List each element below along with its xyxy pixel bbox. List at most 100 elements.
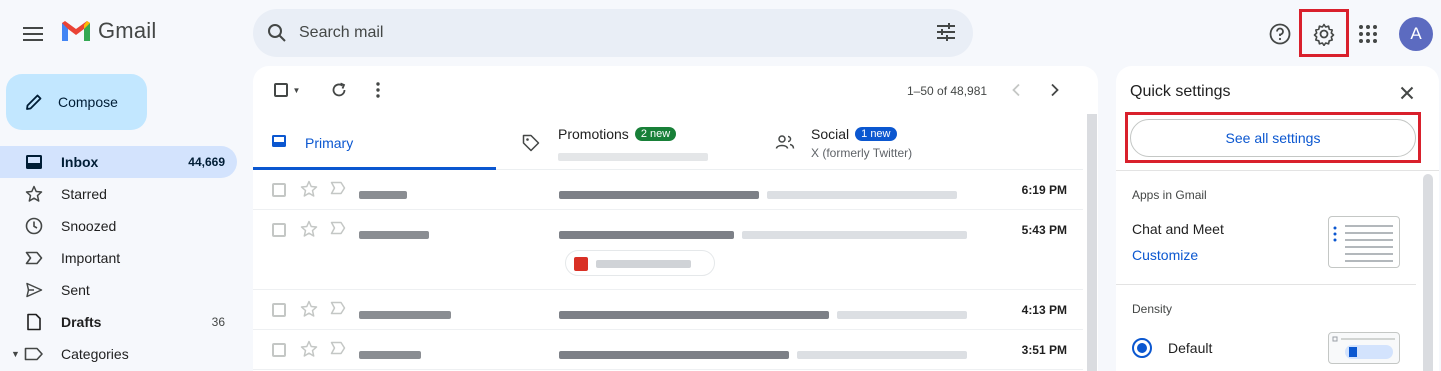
settings-highlight-box [1299, 9, 1349, 57]
star-icon[interactable] [300, 300, 318, 323]
tab-promotions[interactable]: Promotions 2 new [496, 122, 749, 170]
density-default-thumbnail [1328, 332, 1400, 364]
sidebar-item-snoozed[interactable]: Snoozed [0, 210, 237, 242]
help-icon [1269, 23, 1291, 45]
tab-label-text: Social [811, 126, 850, 142]
email-row[interactable]: 6:19 PM [253, 170, 1083, 210]
density-default-radio[interactable] [1132, 338, 1152, 358]
email-subject [559, 306, 967, 324]
tab-sender-preview [558, 150, 708, 164]
chevron-down-icon: ▼ [292, 85, 301, 95]
row-checkbox[interactable] [272, 303, 286, 317]
divider [1116, 284, 1416, 285]
email-subject [559, 186, 957, 204]
pdf-icon [574, 257, 588, 271]
email-time: 5:43 PM [1021, 223, 1067, 237]
email-row[interactable]: 5:43 PM [253, 210, 1083, 290]
draft-count: 36 [211, 315, 225, 329]
email-subject [559, 226, 967, 244]
refresh-icon [332, 82, 346, 97]
important-marker-icon[interactable] [330, 341, 346, 360]
draft-icon [24, 312, 44, 332]
customize-link[interactable]: Customize [1132, 247, 1198, 263]
sidebar-item-label: Drafts [61, 314, 102, 330]
sidebar-item-inbox[interactable]: Inbox 44,669 [0, 146, 237, 178]
important-icon [24, 248, 44, 268]
email-time: 6:19 PM [1021, 183, 1067, 197]
more-options-button[interactable] [364, 76, 392, 104]
search-options-icon[interactable] [935, 21, 957, 48]
sidebar-item-starred[interactable]: Starred [0, 178, 237, 210]
mail-list-scrollbar[interactable] [1087, 114, 1097, 371]
pencil-icon [24, 92, 44, 112]
email-sender [359, 346, 421, 364]
quick-settings-scrollbar[interactable] [1423, 174, 1433, 371]
compose-button[interactable]: Compose [6, 74, 147, 130]
email-sender [359, 226, 429, 244]
tab-primary[interactable]: Primary [253, 122, 496, 170]
newer-page-button[interactable] [1002, 76, 1030, 104]
row-checkbox[interactable] [272, 223, 286, 237]
important-marker-icon[interactable] [330, 181, 346, 200]
sidebar-item-categories[interactable]: ▼ Categories [0, 338, 237, 370]
attachment-chip[interactable] [565, 250, 715, 276]
close-quick-settings-button[interactable] [1396, 82, 1418, 104]
sidebar-item-label: Starred [61, 186, 107, 202]
account-avatar[interactable]: A [1399, 17, 1433, 51]
close-icon [1400, 86, 1414, 100]
expand-caret-icon[interactable]: ▼ [11, 349, 20, 359]
pagination-range: 1–50 of 48,981 [907, 84, 988, 98]
search-input[interactable] [299, 24, 899, 42]
chevron-left-icon [1012, 83, 1020, 97]
search-bar[interactable] [253, 9, 973, 57]
email-sender [359, 186, 407, 204]
tag-icon [522, 134, 540, 157]
unread-count: 44,669 [188, 155, 225, 169]
sidebar-item-drafts[interactable]: Drafts 36 [0, 306, 237, 338]
main-menu-button[interactable] [14, 15, 52, 53]
apps-grid-icon [1359, 25, 1377, 43]
sidebar-nav: Inbox 44,669 Starred Snoozed Important S… [0, 146, 237, 370]
people-icon [775, 134, 795, 155]
mail-list-panel: ▼ 1–50 of 48,981 Primary Promotions 2 new… [253, 66, 1098, 371]
email-time: 4:13 PM [1021, 303, 1067, 317]
sidebar-item-important[interactable]: Important [0, 242, 237, 274]
row-checkbox[interactable] [272, 343, 286, 357]
quick-settings-panel: Quick settings See all settings Apps in … [1116, 66, 1439, 371]
email-time: 3:51 PM [1021, 343, 1067, 357]
sidebar-item-sent[interactable]: Sent [0, 274, 237, 306]
refresh-button[interactable] [325, 76, 353, 104]
apps-layout-thumbnail [1328, 216, 1400, 268]
email-row[interactable]: 3:51 PM [253, 330, 1083, 370]
star-icon[interactable] [300, 220, 318, 243]
clock-icon [24, 216, 44, 236]
gmail-logo[interactable]: Gmail [60, 18, 156, 44]
email-sender [359, 306, 451, 324]
apps-section-title: Apps in Gmail [1132, 188, 1207, 202]
new-count-badge: 1 new [855, 127, 897, 141]
star-icon[interactable] [300, 180, 318, 203]
older-page-button[interactable] [1041, 76, 1069, 104]
row-checkbox[interactable] [272, 183, 286, 197]
tab-social[interactable]: Social 1 new X (formerly Twitter) [749, 122, 1079, 170]
inbox-icon [271, 134, 287, 153]
tab-label: Primary [305, 135, 354, 151]
email-row[interactable]: 4:13 PM [253, 290, 1083, 330]
star-icon[interactable] [300, 340, 318, 363]
see-all-settings-button[interactable]: See all settings [1130, 119, 1416, 157]
tab-sender-preview: X (formerly Twitter) [811, 146, 913, 160]
search-icon[interactable] [265, 21, 289, 45]
important-marker-icon[interactable] [330, 221, 346, 240]
checkbox-icon [273, 83, 288, 97]
support-button[interactable] [1261, 15, 1299, 53]
tab-label: Social 1 new [811, 126, 897, 142]
select-all-button[interactable]: ▼ [267, 76, 307, 104]
send-icon [24, 280, 44, 300]
hamburger-icon [23, 27, 43, 41]
google-apps-button[interactable] [1349, 15, 1387, 53]
mail-toolbar: ▼ 1–50 of 48,981 [253, 66, 1098, 114]
gmail-m-icon [62, 21, 90, 41]
sidebar-item-label: Important [61, 250, 121, 266]
important-marker-icon[interactable] [330, 301, 346, 320]
sidebar-item-label: Sent [61, 282, 90, 298]
